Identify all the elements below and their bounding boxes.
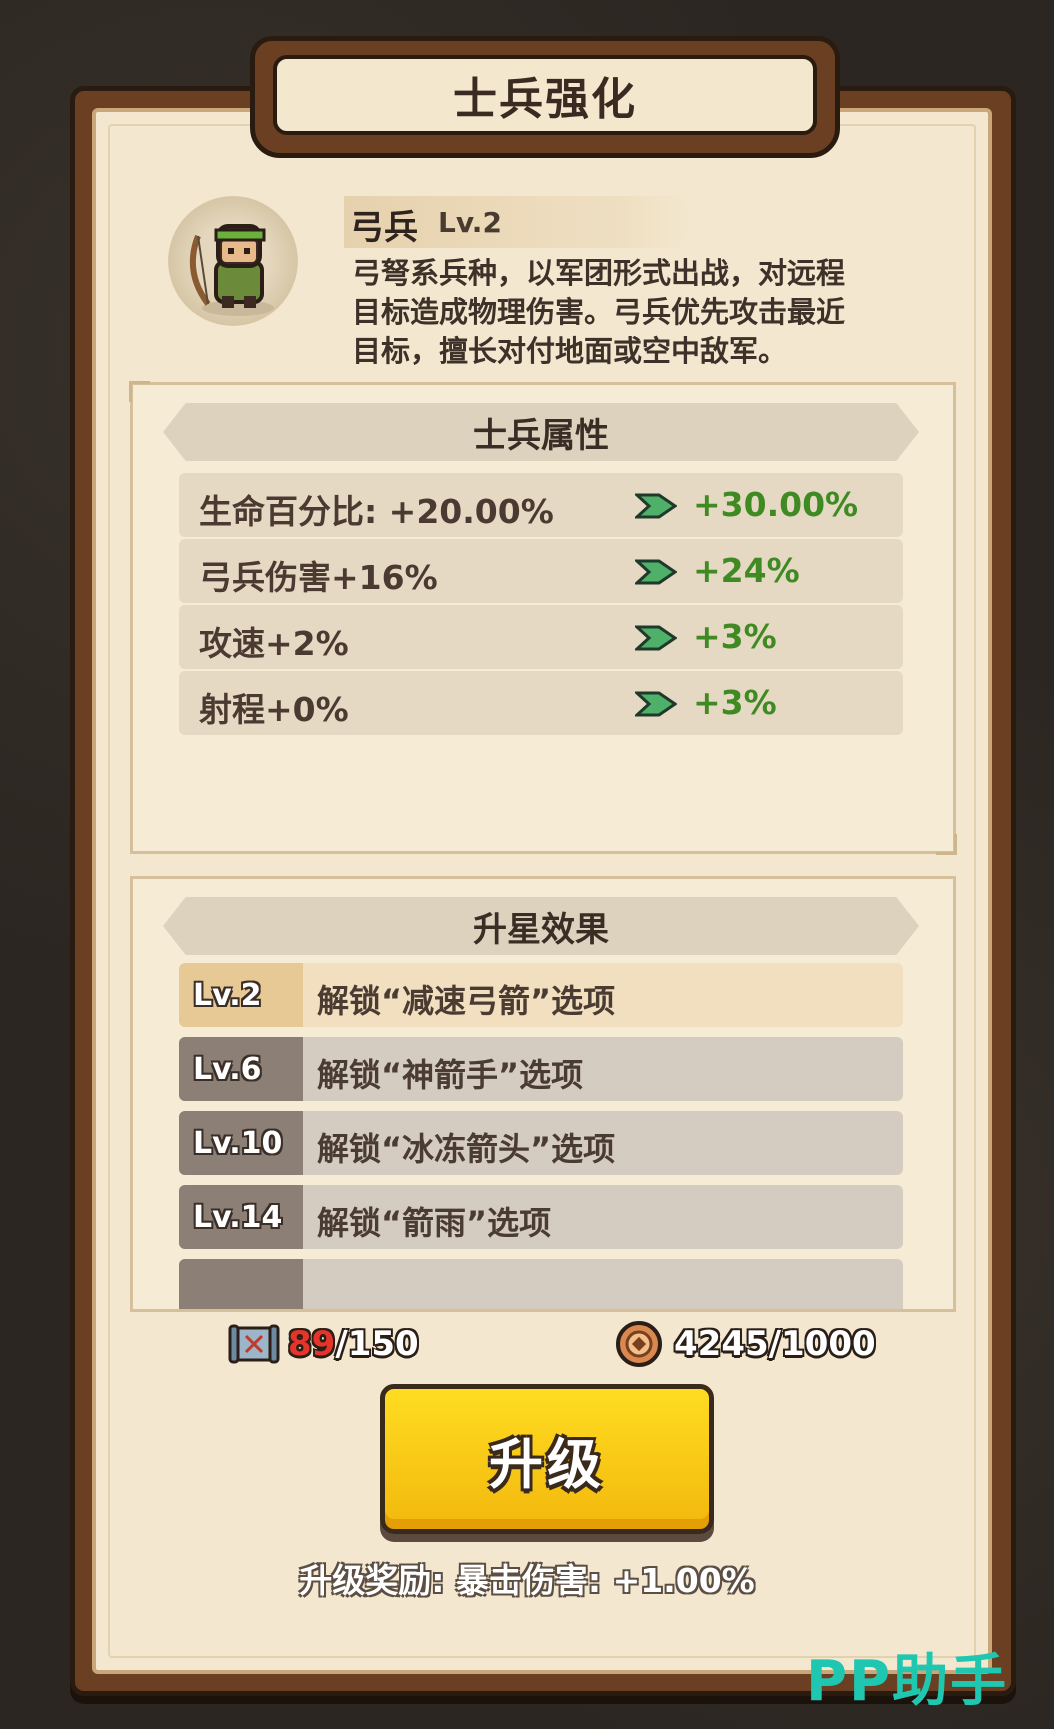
coin-icon — [616, 1321, 662, 1367]
attribute-current: 弓兵伤害+16% — [199, 558, 438, 597]
arrow-right-icon — [635, 625, 677, 651]
star-effect-row: Lv.10 解锁“冰冻箭头”选项 — [179, 1111, 903, 1175]
title-inner: 士兵强化 — [273, 55, 817, 135]
attribute-row: 攻速+2% +3% — [179, 605, 903, 669]
star-effect-row: Lv.14 解锁“箭雨”选项 — [179, 1185, 903, 1249]
coin-count: 4245/1000 — [674, 1324, 876, 1364]
description-line: 目标，擅长对付地面或空中敌军。 — [352, 334, 788, 368]
arrow-right-icon — [635, 691, 677, 717]
coin-resource: 4245/1000 — [614, 1320, 876, 1368]
attribute-next: +30.00% — [693, 485, 859, 524]
upgrade-button-label: 升级 — [489, 1432, 605, 1496]
description-line: 弓弩系兵种，以军团形式出战，对远程 — [352, 256, 846, 290]
arrow-right-icon — [635, 559, 677, 585]
description-line: 目标造成物理伤害。弓兵优先攻击最近 — [352, 295, 846, 329]
attribute-current: 射程+0% — [199, 690, 349, 729]
unit-name: 弓兵 — [350, 208, 418, 248]
attribute-current: 攻速+2% — [199, 624, 349, 663]
scroll-resource: 89/150 — [228, 1320, 419, 1368]
archer-icon — [189, 224, 274, 316]
upgrade-button[interactable]: 升级 — [380, 1384, 714, 1534]
star-effect-text: 解锁“冰冻箭头”选项 — [317, 1130, 616, 1168]
attribute-row: 射程+0% +3% — [179, 671, 903, 735]
attribute-current: 生命百分比: +20.00% — [199, 492, 554, 531]
star-effects-header: 升星效果 — [163, 897, 919, 955]
star-effect-row-partial — [179, 1259, 903, 1309]
attributes-title: 士兵属性 — [473, 415, 609, 456]
star-effect-text: 解锁“神箭手”选项 — [317, 1056, 584, 1094]
attributes-panel: 士兵属性 生命百分比: +20.00% +30.00% 弓兵伤害+16% +24… — [129, 381, 957, 855]
page-title: 士兵强化 — [453, 74, 637, 125]
star-effect-row: Lv.6 解锁“神箭手”选项 — [179, 1037, 903, 1101]
attribute-next: +3% — [693, 683, 777, 722]
upgrade-reward: 升级奖励: 暴击伤害: +1.00% — [299, 1561, 755, 1600]
title-plaque: 士兵强化 — [250, 36, 840, 158]
unit-description: 弓弩系兵种，以军团形式出战，对远程 目标造成物理伤害。弓兵优先攻击最近 目标，擅… — [352, 254, 912, 371]
star-effects-panel[interactable]: 升星效果 Lv.2 解锁“减速弓箭”选项 Lv.6 解锁“神箭手”选项 Lv.1… — [130, 876, 956, 1312]
arrow-right-icon — [635, 493, 677, 519]
watermark: PP助手 — [806, 1649, 1009, 1714]
attribute-row: 生命百分比: +20.00% +30.00% — [179, 473, 903, 537]
unit-level: Lv.2 — [438, 206, 502, 239]
star-effect-level: Lv.6 — [179, 1037, 303, 1101]
unit-avatar — [168, 196, 298, 326]
star-effects-title: 升星效果 — [473, 909, 609, 950]
star-effect-level: Lv.2 — [179, 963, 303, 1027]
scroll-total: /150 — [335, 1324, 419, 1364]
attribute-next: +3% — [693, 617, 777, 656]
star-effect-row: Lv.2 解锁“减速弓箭”选项 — [179, 963, 903, 1027]
scroll-count: 89/150 — [288, 1324, 419, 1364]
attribute-next: +24% — [693, 551, 800, 590]
scroll-icon — [228, 1324, 280, 1364]
star-effect-level — [179, 1259, 303, 1309]
star-effect-level: Lv.14 — [179, 1185, 303, 1249]
attribute-row: 弓兵伤害+16% +24% — [179, 539, 903, 603]
star-effect-text: 解锁“减速弓箭”选项 — [317, 982, 616, 1020]
star-effect-level: Lv.10 — [179, 1111, 303, 1175]
scroll-current: 89 — [288, 1324, 336, 1364]
star-effect-text: 解锁“箭雨”选项 — [317, 1204, 552, 1242]
attributes-header: 士兵属性 — [163, 403, 919, 461]
